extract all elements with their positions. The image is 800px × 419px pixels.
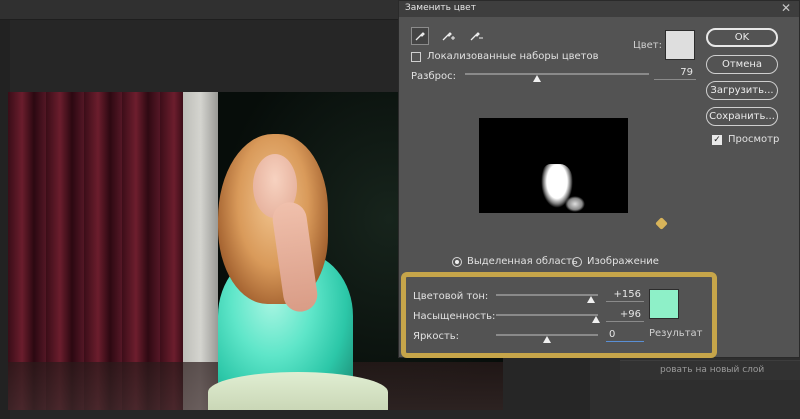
cancel-button[interactable]: Отмена (706, 55, 778, 74)
hue-slider-thumb[interactable] (586, 296, 595, 303)
saturation-slider-thumb[interactable] (591, 316, 600, 323)
result-swatch[interactable] (649, 289, 679, 319)
photo-skirt (208, 372, 388, 410)
color-swatch[interactable] (665, 30, 695, 60)
saturation-value[interactable]: +96 (606, 309, 644, 322)
lightness-slider-thumb[interactable] (543, 336, 551, 343)
lightness-value[interactable]: 0 (606, 329, 644, 342)
saturation-slider-track[interactable] (496, 314, 598, 316)
save-button[interactable]: Сохранить... (706, 107, 778, 126)
fuzziness-value[interactable]: 79 (654, 67, 696, 80)
selection-preview (479, 118, 628, 213)
hue-value[interactable]: +156 (606, 289, 644, 302)
ok-button[interactable]: OK (706, 28, 778, 47)
eyedropper-icon[interactable] (411, 27, 429, 45)
fuzziness-slider-track[interactable] (465, 73, 649, 75)
radio-image[interactable] (572, 257, 582, 267)
result-label: Результат (649, 328, 703, 339)
lightness-label: Яркость: (413, 331, 460, 342)
eyedropper-plus-icon[interactable] (439, 27, 457, 45)
localized-label: Локализованные наборы цветов (427, 51, 599, 62)
dialog-title: Заменить цвет (405, 3, 476, 13)
hue-slider-track[interactable] (496, 294, 598, 296)
load-button[interactable]: Загрузить... (706, 81, 778, 100)
dialog-titlebar[interactable]: Заменить цвет ✕ (399, 1, 799, 17)
close-icon[interactable]: ✕ (781, 1, 791, 15)
diamond-indicator-icon (655, 217, 668, 230)
fuzziness-slider-thumb[interactable] (532, 75, 541, 82)
hue-label: Цветовой тон: (413, 291, 489, 302)
color-label: Цвет: (633, 40, 663, 51)
layers-context-item[interactable]: ровать на новый слой (620, 360, 800, 380)
preview-checkbox[interactable]: ✓ (712, 135, 722, 145)
radio-selection[interactable] (452, 257, 462, 267)
replacement-highlight: Цветовой тон: +156 Насыщенность: +96 Ярк… (401, 272, 717, 358)
preview-label: Просмотр (728, 134, 780, 145)
layers-item-label: ровать на новый слой (660, 365, 765, 375)
radio-image-label: Изображение (587, 256, 659, 267)
saturation-label: Насыщенность: (413, 311, 496, 322)
fuzziness-label: Разброс: (411, 71, 456, 82)
radio-selection-label: Выделенная область (467, 256, 578, 267)
eyedropper-minus-icon[interactable] (467, 27, 485, 45)
preview-mask-detail (565, 196, 585, 212)
localized-checkbox[interactable] (411, 52, 421, 62)
